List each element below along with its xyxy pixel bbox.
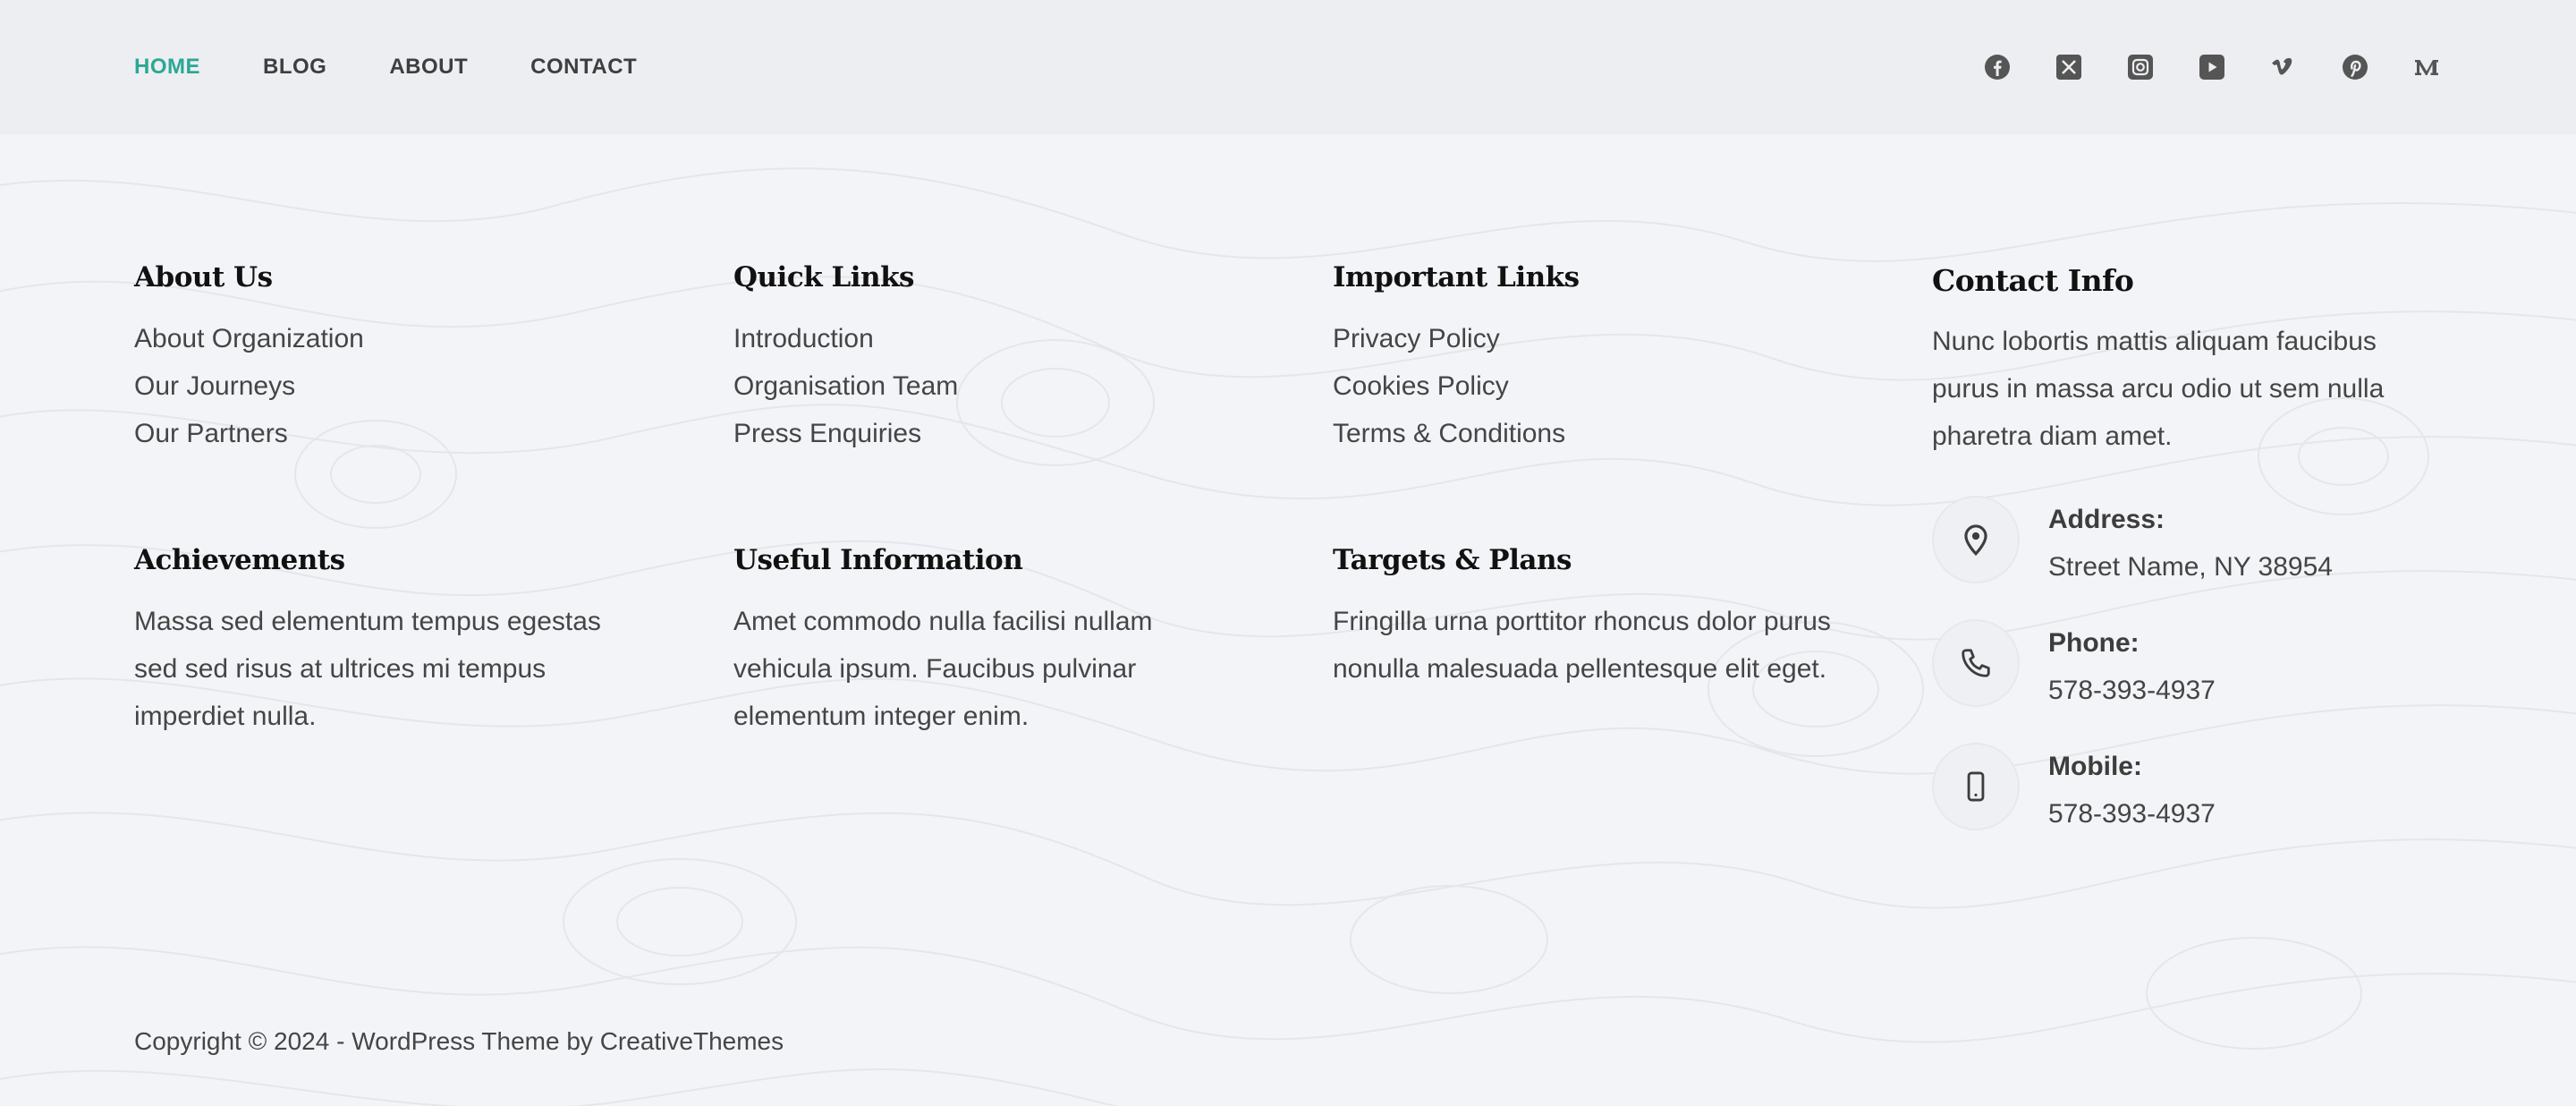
address-label: Address: <box>2048 505 2165 534</box>
link-introduction[interactable]: Introduction <box>733 315 1234 362</box>
medium-icon[interactable] <box>2411 52 2442 82</box>
link-about-organization[interactable]: About Organization <box>134 315 635 362</box>
achievements-heading: Achievements <box>134 544 345 576</box>
main-nav: HOME BLOG ABOUT CONTACT <box>134 0 699 134</box>
important-links-heading: Important Links <box>1333 261 1580 294</box>
contact-info-heading: Contact Info <box>1932 263 2134 298</box>
instagram-icon[interactable] <box>2125 52 2156 82</box>
phone-icon <box>1932 619 2020 707</box>
quick-links-heading: Quick Links <box>733 261 915 294</box>
mobile-label: Mobile: <box>2048 752 2142 781</box>
facebook-icon[interactable] <box>1982 52 2012 82</box>
copyright-text: Copyright © 2024 - WordPress Theme by Cr… <box>134 1027 784 1055</box>
link-cookies-policy[interactable]: Cookies Policy <box>1333 362 1834 410</box>
useful-information-text: Amet commodo nulla facilisi nullam vehic… <box>733 607 1153 731</box>
contact-mobile: Mobile: 578-393-4937 <box>1932 743 2451 838</box>
phone-value[interactable]: 578-393-4937 <box>2048 667 2216 714</box>
footer-widgets: About Us About Organization Our Journeys… <box>0 134 2576 1106</box>
nav-blog-link[interactable]: BLOG <box>263 55 326 80</box>
contact-info-column: Contact Info Nunc lobortis mattis aliqua… <box>1932 263 2451 866</box>
nav-home-link[interactable]: HOME <box>134 55 200 80</box>
quick-links-list: Introduction Organisation Team Press Enq… <box>733 315 1234 457</box>
link-privacy-policy[interactable]: Privacy Policy <box>1333 315 1834 362</box>
link-our-partners[interactable]: Our Partners <box>134 410 635 457</box>
useful-information-column: Useful Information Amet commodo nulla fa… <box>733 544 1234 740</box>
contact-phone: Phone: 578-393-4937 <box>1932 619 2451 714</box>
mobile-value[interactable]: 578-393-4937 <box>2048 790 2216 838</box>
pinterest-icon[interactable] <box>2340 52 2370 82</box>
achievements-text: Massa sed elementum tempus egestas sed s… <box>134 607 601 731</box>
phone-label: Phone: <box>2048 628 2140 658</box>
important-links-column: Important Links Privacy Policy Cookies P… <box>1333 261 1834 457</box>
targets-plans-heading: Targets & Plans <box>1333 544 1572 576</box>
link-our-journeys[interactable]: Our Journeys <box>134 362 635 410</box>
quick-links-column: Quick Links Introduction Organisation Te… <box>733 261 1234 457</box>
location-pin-icon <box>1932 496 2020 583</box>
nav-contact-link[interactable]: CONTACT <box>530 55 637 80</box>
targets-plans-column: Targets & Plans Fringilla urna porttitor… <box>1333 544 1834 693</box>
achievements-column: Achievements Massa sed elementum tempus … <box>134 544 635 740</box>
link-press-enquiries[interactable]: Press Enquiries <box>733 410 1234 457</box>
x-twitter-icon[interactable] <box>2054 52 2084 82</box>
useful-information-heading: Useful Information <box>733 544 1023 576</box>
contact-info-text: Nunc lobortis mattis aliquam faucibus pu… <box>1932 327 2385 451</box>
link-organisation-team[interactable]: Organisation Team <box>733 362 1234 410</box>
contact-address: Address: Street Name, NY 38954 <box>1932 496 2451 591</box>
link-terms-conditions[interactable]: Terms & Conditions <box>1333 410 1834 457</box>
nav-about-link[interactable]: ABOUT <box>389 55 468 80</box>
about-us-column: About Us About Organization Our Journeys… <box>134 261 635 457</box>
address-value: Street Name, NY 38954 <box>2048 552 2333 582</box>
targets-plans-text: Fringilla urna porttitor rhoncus dolor p… <box>1333 607 1831 684</box>
about-us-heading: About Us <box>134 261 273 294</box>
header-bar: HOME BLOG ABOUT CONTACT <box>0 0 2576 134</box>
important-links-list: Privacy Policy Cookies Policy Terms & Co… <box>1333 315 1834 457</box>
about-us-links: About Organization Our Journeys Our Part… <box>134 315 635 457</box>
vimeo-icon[interactable] <box>2268 52 2299 82</box>
mobile-icon <box>1932 743 2020 830</box>
social-links <box>1941 0 2442 134</box>
youtube-icon[interactable] <box>2197 52 2227 82</box>
